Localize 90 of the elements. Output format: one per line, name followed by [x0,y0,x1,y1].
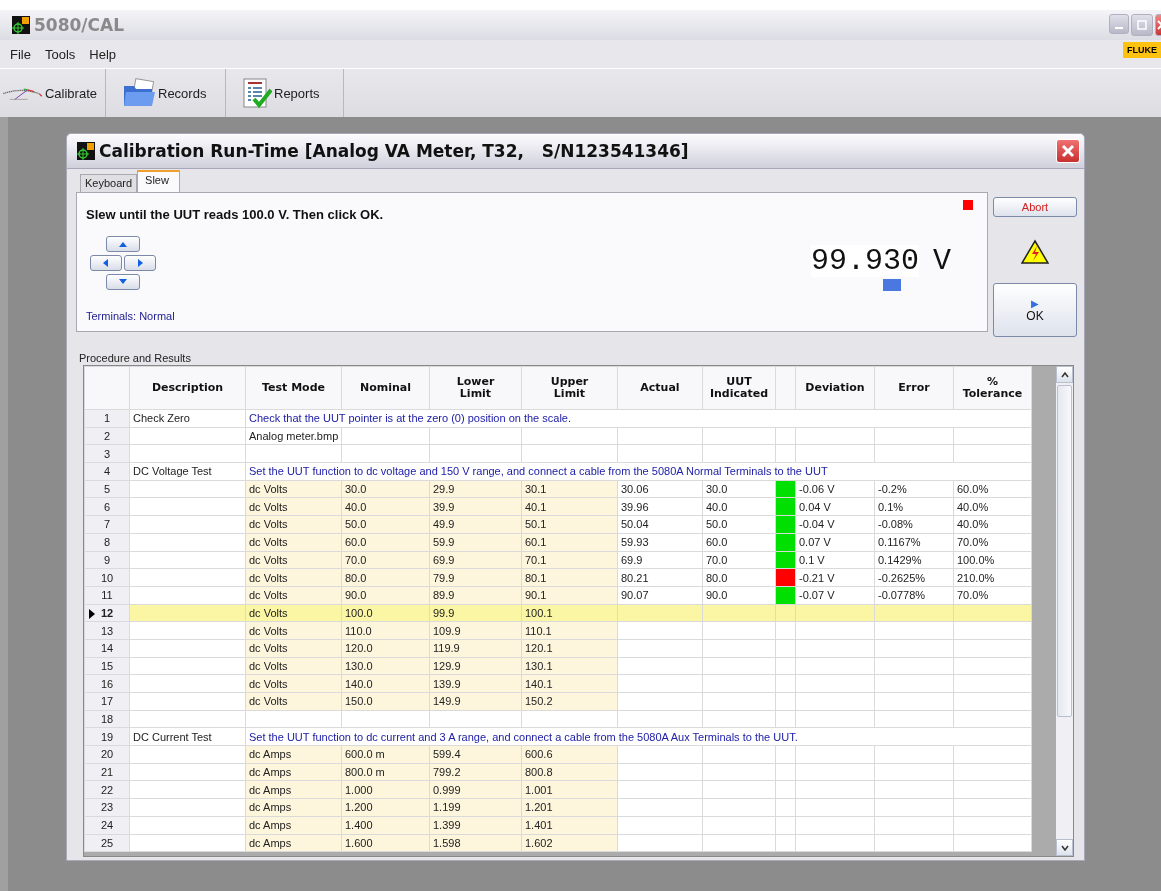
slew-up-button[interactable] [106,236,140,252]
table-cell: -0.08% [874,515,954,534]
table-cell: 59.93 [617,533,703,551]
table-cell: DC Voltage Test [129,462,246,481]
current-row-icon [89,608,95,619]
tab[interactable]: Slew [137,170,180,192]
close-icon [1061,144,1075,158]
table-cell: 0.07 V [795,533,875,551]
instruction-text: Check that the UUT pointer is at the zero (0) position on the scale. [245,409,1032,428]
ok-button[interactable]: ▶ OK [993,283,1077,337]
column-header: Description [129,366,246,410]
table-cell: 70.0% [953,533,1032,551]
table-cell: 30.0 [702,480,776,498]
table-cell: 40.0% [953,515,1032,534]
table-cell: 50.0 [702,515,776,534]
up-triangle-icon [117,240,129,248]
scroll-down-button[interactable] [1056,839,1073,856]
table-cell: Analog meter.bmp [245,427,342,445]
table-cell: 0.1429% [874,551,954,569]
readout-value: 99.930 [810,245,919,277]
table-cell: 0.1% [874,497,954,516]
menu-item[interactable]: Help [89,46,117,62]
column-header: Upper Limit [521,366,618,410]
table-cell: 70.0% [953,586,1032,605]
vertical-scrollbar[interactable] [1056,366,1073,856]
table-cell: 90.0 [702,586,776,605]
terminals-label: Terminals: Normal [86,310,176,322]
column-header: UUT Indicated [702,366,776,410]
table-cell: 80.0 [702,568,776,587]
row-header-corner [84,366,130,410]
table-cell: 50.04 [617,515,703,534]
down-triangle-icon [117,278,129,286]
slew-down-button[interactable] [106,274,140,290]
table-cell: -0.07 V [795,586,875,605]
table-cell: 40.0 [702,497,776,516]
column-header: Actual [617,366,703,410]
menu-item[interactable]: File [10,46,31,62]
table-cell: -0.2% [874,480,954,498]
caret-down-icon [1060,844,1069,851]
table-cell: 39.96 [617,497,703,516]
folder-icon [122,78,156,108]
column-header: Lower Limit [429,366,522,410]
table-cell: -0.0778% [874,586,954,605]
column-header: Error [874,366,954,410]
column-header: Deviation [795,366,875,410]
column-header: Test Mode [245,366,342,410]
app-logo-icon [12,16,30,34]
table-cell: 60.0% [953,480,1032,498]
table-cell: 0.04 V [795,497,875,516]
table-cell: 0.1 V [795,551,875,569]
slew-right-button[interactable] [124,255,156,271]
readout-unit: V [933,244,951,278]
scroll-thumb[interactable] [1057,385,1072,717]
section-label: Procedure and Results [79,352,192,364]
table-cell: 70.0 [702,551,776,569]
app-logo-icon [77,142,95,160]
instruction-text: Set the UUT function to dc current and 3 A range, and connect a cable from the 5080A Aux Terminals to the UUT. [245,727,1032,746]
caret-up-icon [1060,371,1069,378]
report-icon [242,77,272,109]
table-cell: 100.0% [953,551,1032,569]
brand-logo: FLUKE [1123,42,1161,58]
dialog-title: Calibration Run-Time [Analog VA Meter, T32, S/N123541346] [99,141,689,161]
tab[interactable]: Keyboard [80,174,138,192]
table-cell: -0.21 V [795,568,875,587]
window-title: 5080/CAL [34,15,124,35]
prompt-text: Slew until the UUT reads 100.0 V. Then click OK. [86,207,385,222]
high-voltage-warning-icon [1021,239,1049,265]
minimize-icon [1115,27,1123,29]
table-cell: 0.1167% [874,533,954,551]
status-square-icon [963,200,973,210]
abort-button[interactable]: Abort [993,197,1077,217]
column-header: Nominal [341,366,430,410]
table-cell: -0.2625% [874,568,954,587]
column-header: % Tolerance [953,366,1032,410]
table-cell: 69.9 [617,551,703,569]
table-cell: 60.0 [702,533,776,551]
scroll-up-button[interactable] [1056,366,1073,383]
table-cell: 80.21 [617,568,703,587]
maximize-icon [1136,19,1148,31]
table-cell: -0.04 V [795,515,875,534]
table-cell: 30.06 [617,480,703,498]
menu-item[interactable]: Tools [44,46,76,62]
table-cell: Check Zero [129,409,246,428]
table-cell: DC Current Test [129,727,246,746]
table-cell: 210.0% [953,568,1032,587]
table-cell: 90.07 [617,586,703,605]
table-cell: 40.0% [953,497,1032,516]
slew-left-button[interactable] [90,255,122,271]
table-cell: -0.06 V [795,480,875,498]
instruction-text: Set the UUT function to dc voltage and 150 V range, and connect a cable from the 5080A Normal Terminals to the UUT [245,462,1032,481]
